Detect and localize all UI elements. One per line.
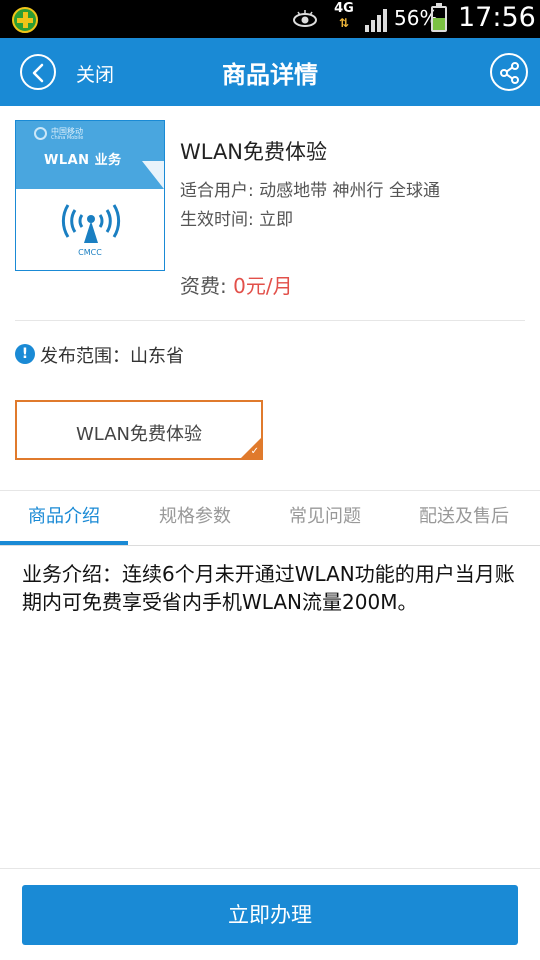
fee-value: 0元/月 [233, 274, 293, 298]
product-option-label: WLAN免费体验 [75, 424, 203, 445]
product-description: 业务介绍：连续6个月未开通过WLAN功能的用户当月账期内可免费享受省内手机WLA… [22, 562, 515, 614]
network-type: 4G [334, 1, 354, 16]
page-title: 商品详情 [222, 61, 318, 89]
divider [0, 545, 540, 546]
clock: 17:56 [458, 2, 536, 33]
battery-icon [431, 3, 447, 32]
tab-faq[interactable]: 常见问题 [262, 491, 388, 545]
network-4g-icon: 4G ⇅ [332, 2, 356, 36]
wifi-tower-icon [61, 204, 121, 243]
detail-tabs: 商品介绍 规格参数 常见问题 配送及售后 [0, 491, 540, 545]
app-header: 关闭 商品详情 [0, 38, 540, 106]
tab-delivery-after-sales[interactable]: 配送及售后 [388, 491, 540, 545]
app-notification-icon [12, 7, 38, 33]
fee-label: 资费: [180, 274, 234, 298]
status-bar: 4G ⇅ 56% 17:56 [0, 0, 540, 38]
signal-icon [365, 9, 387, 32]
info-icon: ! [15, 344, 35, 364]
product-image[interactable]: 中国移动 China Mobile WLAN 业务 CMCC [15, 120, 165, 271]
product-image-caption: CMCC [78, 248, 102, 257]
checkmark-icon: ✓ [250, 446, 259, 457]
tab-specifications[interactable]: 规格参数 [128, 491, 262, 545]
divider [15, 320, 525, 321]
share-button[interactable] [490, 53, 528, 91]
product-option-chip[interactable]: WLAN免费体验 ✓ [15, 400, 263, 460]
product-image-banner-text: WLAN 业务 [44, 153, 122, 168]
battery-fill [433, 17, 445, 30]
page-fold-decoration [142, 161, 164, 189]
eye-icon [293, 10, 317, 27]
product-effective-time: 生效时间: 立即 [180, 210, 294, 230]
product-fee: 资费: 0元/月 [180, 270, 293, 299]
apply-now-button[interactable]: 立即办理 [22, 885, 518, 945]
china-mobile-logo: 中国移动 China Mobile [34, 127, 114, 141]
product-name: WLAN免费体验 [180, 140, 328, 164]
bottom-action-bar: 立即办理 [0, 868, 540, 960]
product-target-users: 适合用户: 动感地带 神州行 全球通 [180, 181, 440, 201]
tab-product-intro[interactable]: 商品介绍 [0, 491, 128, 545]
release-scope-label: 发布范围：山东省 [40, 346, 184, 367]
share-icon [500, 62, 519, 84]
